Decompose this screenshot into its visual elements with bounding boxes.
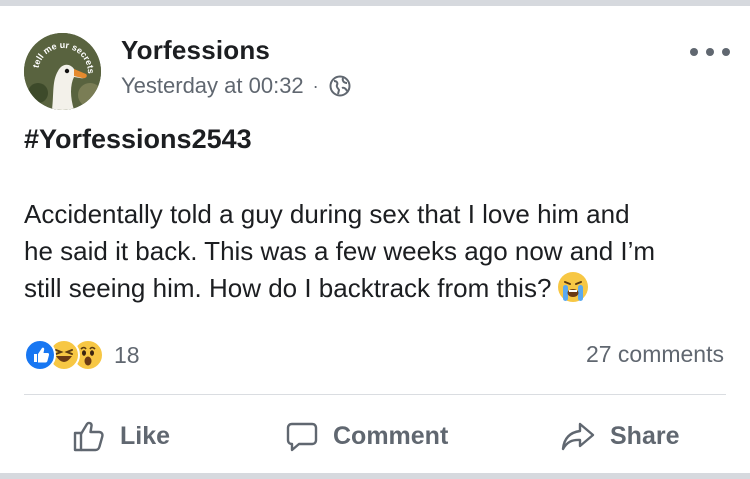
post-body-line-text: still seeing him. How do I backtrack fro… [24,273,552,303]
page-avatar[interactable]: tell me ur secrets [24,33,101,110]
post-body-line-last: still seeing him. How do I backtrack fro… [24,270,729,307]
more-options-icon[interactable] [690,44,730,60]
more-dot [722,48,730,56]
post-hashtag[interactable]: #Yorfessions2543 [24,124,252,155]
comment-button[interactable]: Comment [285,414,448,458]
reactions-summary[interactable]: 18 [24,338,140,372]
actions-divider [24,394,726,395]
post-body: Accidentally told a guy during sex that … [24,196,729,307]
reaction-count: 18 [114,341,140,368]
share-button[interactable]: Share [560,414,679,458]
post-body-line: he said it back. This was a few weeks ag… [24,236,656,266]
comment-button-label: Comment [333,421,449,450]
post-timestamp[interactable]: Yesterday at 00:32 [121,73,304,99]
page-name-link[interactable]: Yorfessions [121,35,270,66]
post-body-line: Accidentally told a guy during sex that … [24,199,630,229]
crying-face-emoji [557,271,589,303]
share-arrow-icon [561,422,595,451]
thumbs-up-icon [73,421,104,452]
bottom-separator-bar [0,473,750,479]
like-button-label: Like [120,421,171,450]
more-dot [706,48,714,56]
like-reaction-icon [24,339,56,371]
like-button[interactable]: Like [72,414,170,458]
post-meta: Yesterday at 00:32 · [121,71,351,101]
meta-separator: · [312,75,319,96]
comment-bubble-icon [286,422,318,452]
comments-count-link[interactable]: 27 comments [586,341,724,368]
globe-icon[interactable] [329,75,351,97]
more-dot [690,48,698,56]
share-button-label: Share [610,421,680,450]
top-separator-bar [0,0,750,6]
